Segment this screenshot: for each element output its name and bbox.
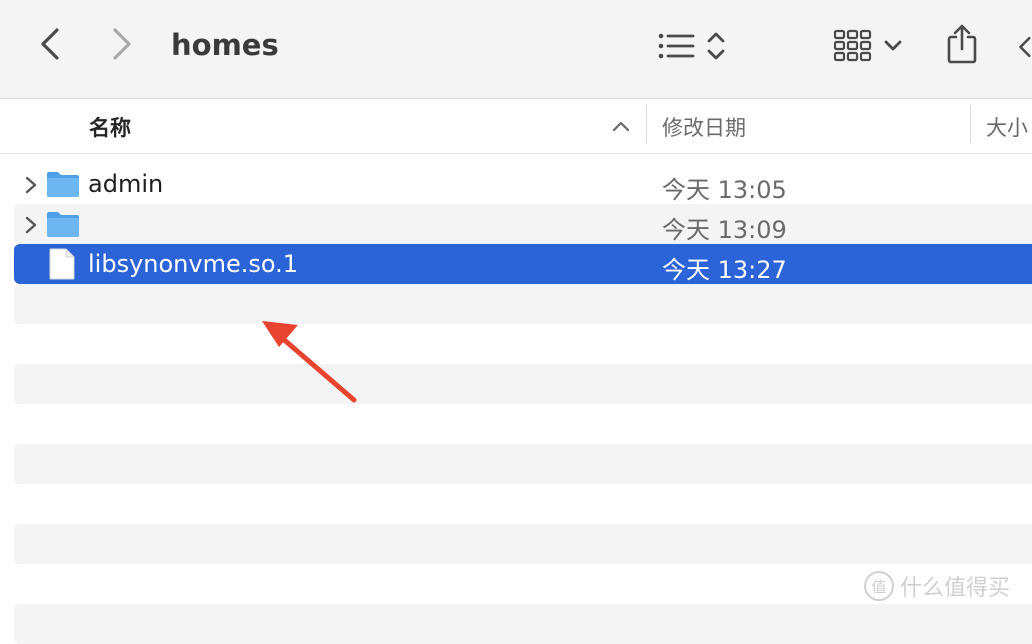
column-header-size[interactable]: 大小 — [986, 112, 1028, 142]
file-row-admin[interactable]: admin 今天 13:05 — [14, 164, 1032, 204]
column-header-modified[interactable]: 修改日期 — [662, 112, 746, 142]
forward-button[interactable] — [102, 24, 142, 64]
document-icon — [49, 248, 75, 280]
list-view-button[interactable] — [652, 26, 732, 66]
file-name: admin — [88, 170, 164, 198]
share-button[interactable] — [940, 20, 984, 68]
file-row-folder[interactable]: 今天 13:09 — [14, 204, 1032, 244]
chevron-left-icon — [41, 28, 59, 60]
file-modified-date: 今天 13:27 — [662, 256, 787, 284]
watermark-logo: 值 — [864, 571, 894, 601]
disclosure-chevron-icon[interactable] — [24, 175, 38, 195]
disclosure-chevron-icon[interactable] — [24, 215, 38, 235]
empty-row — [14, 524, 1032, 564]
chevron-left-icon — [1019, 36, 1031, 58]
empty-row — [14, 364, 1032, 404]
chevron-right-icon — [113, 28, 131, 60]
column-divider[interactable] — [646, 105, 647, 143]
file-modified-date: 今天 13:09 — [662, 216, 787, 244]
grid-icon — [833, 29, 872, 62]
watermark-text: 什么值得买 — [900, 576, 1011, 601]
back-button[interactable] — [30, 24, 70, 64]
file-modified-date: 今天 13:05 — [662, 176, 787, 204]
list-icon — [658, 33, 695, 59]
window-title: homes — [171, 28, 279, 62]
column-header-name[interactable]: 名称 — [89, 112, 131, 142]
share-icon — [947, 24, 977, 64]
empty-row — [14, 284, 1032, 324]
column-header-bar: 名称 修改日期 大小 — [0, 99, 1032, 154]
empty-row — [14, 604, 1032, 644]
view-options-button[interactable] — [830, 24, 906, 68]
folder-icon — [47, 212, 79, 237]
window-toolbar: homes — [0, 0, 1032, 99]
sort-ascending-icon[interactable] — [611, 119, 631, 133]
updown-chevron-icon — [707, 32, 725, 60]
column-divider[interactable] — [970, 105, 971, 143]
chevron-down-icon — [884, 40, 902, 51]
empty-row — [14, 444, 1032, 484]
watermark: 值 什么值得买 — [864, 570, 1010, 602]
file-name: libsynonvme.so.1 — [88, 250, 299, 278]
more-toolbar-button[interactable] — [1016, 30, 1032, 64]
file-row-libsynonvme[interactable]: libsynonvme.so.1 今天 13:27 — [14, 244, 1032, 284]
folder-icon — [47, 172, 79, 197]
